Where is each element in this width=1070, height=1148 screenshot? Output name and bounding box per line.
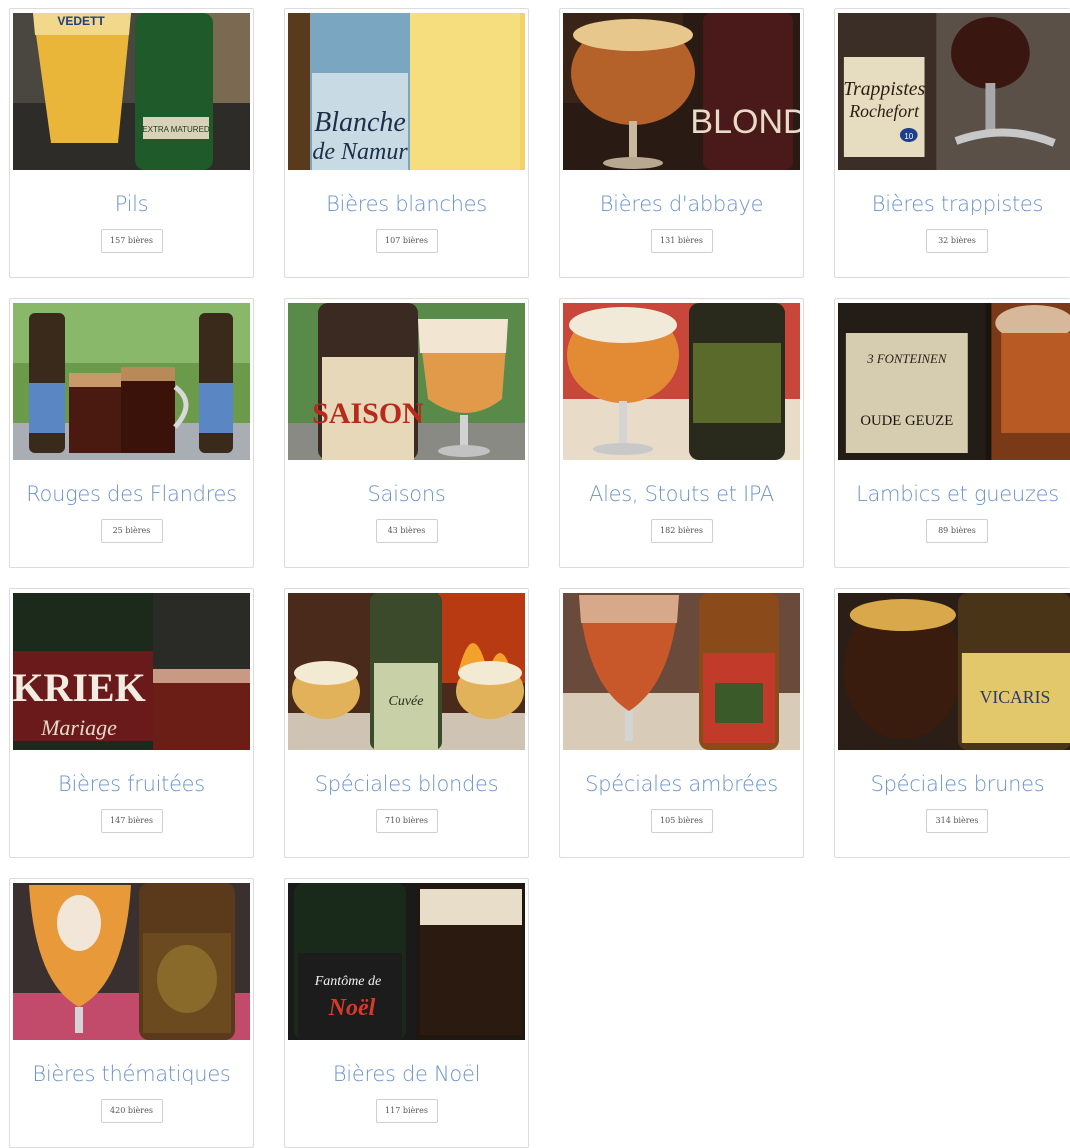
category-photo[interactable]: VICARIS (838, 593, 1070, 750)
fantome-label: Fantôme de (314, 974, 381, 989)
category-card-ales-stouts-ipa[interactable]: Ales, Stouts et IPA 182 bières (559, 298, 804, 568)
category-title[interactable]: Ales, Stouts et IPA (560, 482, 803, 506)
category-card-rouges-des-flandres[interactable]: Rouges des Flandres 25 bières (9, 298, 254, 568)
beer-count-button[interactable]: 89 bières (926, 519, 988, 543)
beer-count-button[interactable]: 131 bières (650, 229, 713, 253)
category-title[interactable]: Bières blanches (285, 192, 528, 216)
category-photo[interactable]: VEDETT EXTRA MATURED (13, 13, 250, 170)
beer-count-button[interactable]: 117 bières (375, 1099, 438, 1123)
category-title[interactable]: Bières trappistes (835, 192, 1070, 216)
beer-count-button[interactable]: 157 bières (100, 229, 163, 253)
category-photo[interactable]: 3 FONTEINEN OUDE GEUZE (838, 303, 1070, 460)
blond-label: BLOND (690, 103, 800, 141)
category-title[interactable]: Lambics et gueuzes (835, 482, 1070, 506)
namur-label: de Namur (312, 139, 408, 165)
category-photo[interactable] (13, 883, 250, 1040)
category-photo[interactable]: KRIEK Mariage (13, 593, 250, 750)
trappiste-number: 10 (904, 132, 913, 141)
vedett-label: VEDETT (57, 14, 105, 28)
category-title[interactable]: Pils (10, 192, 253, 216)
saison-label: SAISON (312, 397, 424, 430)
vicaris-label: VICARIS (980, 687, 1051, 707)
noel-label: Noël (328, 995, 376, 1021)
category-photo[interactable]: Trappistes Rochefort 10 (838, 13, 1070, 170)
blanche-label: Blanche (314, 107, 406, 138)
category-card-speciales-brunes[interactable]: VICARIS Spéciales brunes 314 bières (834, 588, 1070, 858)
category-card-lambics-gueuzes[interactable]: 3 FONTEINEN OUDE GEUZE Lambics et gueuze… (834, 298, 1070, 568)
category-title[interactable]: Saisons (285, 482, 528, 506)
category-photo[interactable]: Blanche de Namur (288, 13, 525, 170)
category-photo[interactable] (563, 593, 800, 750)
beer-count-button[interactable]: 710 bières (375, 809, 438, 833)
category-title[interactable]: Rouges des Flandres (10, 482, 253, 506)
category-photo[interactable] (13, 303, 250, 460)
category-photo[interactable]: BLOND (563, 13, 800, 170)
oude-geuze-label: OUDE GEUZE (860, 413, 953, 429)
rochefort-label: Rochefort (848, 101, 920, 121)
category-card-speciales-ambrees[interactable]: Spéciales ambrées 105 bières (559, 588, 804, 858)
beer-count-button[interactable]: 182 bières (650, 519, 713, 543)
category-card-bieres-trappistes[interactable]: Trappistes Rochefort 10 Bières trappiste… (834, 8, 1070, 278)
category-card-speciales-blondes[interactable]: Cuvée Spéciales blondes 710 bières (284, 588, 529, 858)
beer-count-button[interactable]: 420 bières (100, 1099, 163, 1123)
category-title[interactable]: Bières thématiques (10, 1062, 253, 1086)
category-card-bieres-abbaye[interactable]: BLOND Bières d'abbaye 131 bières (559, 8, 804, 278)
category-title[interactable]: Bières de Noël (285, 1062, 528, 1086)
beer-count-button[interactable]: 314 bières (926, 809, 988, 833)
category-photo[interactable]: SAISON (288, 303, 525, 460)
category-photo[interactable]: Fantôme de Noël (288, 883, 525, 1040)
beer-count-button[interactable]: 107 bières (375, 229, 438, 253)
blonde-label: Cuvée (389, 694, 424, 709)
fonteinen-label: 3 FONTEINEN (866, 352, 947, 366)
category-photo[interactable] (563, 303, 800, 460)
category-grid: VEDETT EXTRA MATURED Pils 157 bières Bla… (9, 8, 1070, 1148)
category-title[interactable]: Spéciales brunes (835, 772, 1070, 796)
category-title[interactable]: Bières d'abbaye (560, 192, 803, 216)
category-card-bieres-fruitees[interactable]: KRIEK Mariage Bières fruitées 147 bières (9, 588, 254, 858)
mariage-label: Mariage (40, 715, 117, 740)
category-title[interactable]: Spéciales ambrées (560, 772, 803, 796)
category-title[interactable]: Spéciales blondes (285, 772, 528, 796)
category-card-bieres-thematiques[interactable]: Bières thématiques 420 bières (9, 878, 254, 1148)
category-photo[interactable]: Cuvée (288, 593, 525, 750)
trappistes-label: Trappistes (843, 78, 925, 100)
kriek-label: KRIEK (13, 665, 146, 710)
bottle-label: EXTRA MATURED (142, 125, 210, 134)
beer-count-button[interactable]: 147 bières (100, 809, 163, 833)
category-card-saisons[interactable]: SAISON Saisons 43 bières (284, 298, 529, 568)
category-card-bieres-de-noel[interactable]: Fantôme de Noël Bières de Noël 117 bière… (284, 878, 529, 1148)
beer-count-button[interactable]: 43 bières (375, 519, 438, 543)
category-title[interactable]: Bières fruitées (10, 772, 253, 796)
category-card-pils[interactable]: VEDETT EXTRA MATURED Pils 157 bières (9, 8, 254, 278)
beer-count-button[interactable]: 105 bières (650, 809, 713, 833)
beer-count-button[interactable]: 32 bières (926, 229, 988, 253)
beer-count-button[interactable]: 25 bières (100, 519, 163, 543)
category-card-bieres-blanches[interactable]: Blanche de Namur Bières blanches 107 biè… (284, 8, 529, 278)
